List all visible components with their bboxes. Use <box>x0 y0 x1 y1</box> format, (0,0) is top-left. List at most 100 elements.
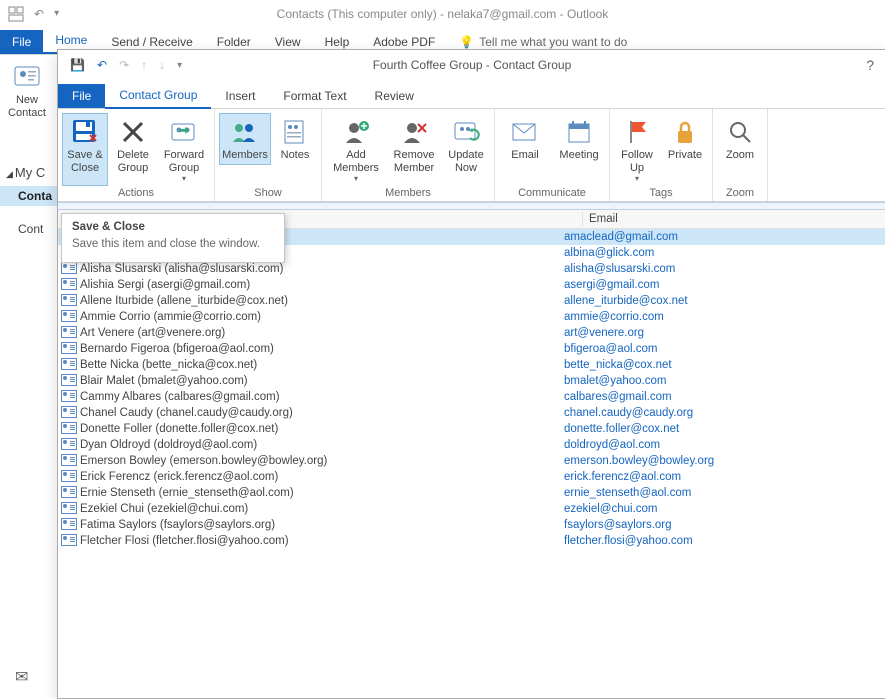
row-email: bette_nicka@cox.net <box>558 359 885 371</box>
private-button[interactable]: Private <box>662 113 708 186</box>
help-icon[interactable]: ? <box>866 57 874 73</box>
undo-icon[interactable]: ↶ <box>97 58 107 72</box>
row-email: fletcher.flosi@yahoo.com <box>558 535 885 547</box>
row-name: Alisha Slusarski (alisha@slusarski.com) <box>80 263 558 275</box>
row-email: ammie@corrio.com <box>558 311 885 323</box>
grid-row[interactable]: Donette Foller (donette.foller@cox.net)d… <box>58 421 885 437</box>
lock-icon <box>673 116 697 148</box>
notes-button[interactable]: Notes <box>273 113 317 165</box>
row-email: erick.ferencz@aol.com <box>558 471 885 483</box>
main-window-title: Contacts (This computer only) - nelaka7@… <box>0 7 885 21</box>
follow-up-button[interactable]: Follow Up ▾ <box>614 113 660 186</box>
row-email: doldroyd@aol.com <box>558 439 885 451</box>
row-name: Alishia Sergi (asergi@gmail.com) <box>80 279 558 291</box>
row-email: asergi@gmail.com <box>558 279 885 291</box>
save-close-button[interactable]: Save & Close <box>62 113 108 186</box>
contacts-folder[interactable]: Cont <box>18 222 43 236</box>
row-email: fsaylors@saylors.org <box>558 519 885 531</box>
delete-icon <box>119 116 147 148</box>
qat-customize-icon[interactable]: ▾ <box>177 60 182 71</box>
row-email: emerson.bowley@bowley.org <box>558 455 885 467</box>
new-contact-button[interactable]: New Contact <box>3 62 51 120</box>
remove-member-button[interactable]: Remove Member <box>388 113 440 186</box>
tooltip-description: Save this item and close the window. <box>72 237 274 253</box>
ribbon-group-actions: Actions <box>62 187 210 200</box>
flag-icon <box>625 116 649 148</box>
grid-row[interactable]: Fletcher Flosi (fletcher.flosi@yahoo.com… <box>58 533 885 549</box>
delete-group-button[interactable]: Delete Group <box>110 113 156 186</box>
popup-tab-contact-group[interactable]: Contact Group <box>105 83 211 109</box>
contact-group-window: 💾 ↶ ↷ ↑ ↓ ▾ Fourth Coffee Group - Contac… <box>57 49 885 699</box>
ribbon-group-show: Show <box>219 187 317 200</box>
redo-icon[interactable]: ↷ <box>119 58 129 72</box>
my-contacts-header[interactable]: ◢My C <box>6 165 45 180</box>
save-close-tooltip: Save & Close Save this item and close th… <box>61 213 285 263</box>
next-item-icon[interactable]: ↓ <box>159 58 165 72</box>
row-name: Ammie Corrio (ammie@corrio.com) <box>80 311 558 323</box>
forward-group-button[interactable]: Forward Group ▾ <box>158 113 210 186</box>
col-email[interactable]: Email <box>583 213 885 225</box>
contact-card-icon <box>58 502 80 517</box>
add-members-button[interactable]: Add Members ▾ <box>326 113 386 186</box>
undo-icon[interactable]: ↶ <box>34 7 44 21</box>
notes-icon <box>282 116 308 148</box>
contact-card-icon <box>58 518 80 533</box>
grid-row[interactable]: Emerson Bowley (emerson.bowley@bowley.or… <box>58 453 885 469</box>
contact-card-icon <box>58 486 80 501</box>
grid-row[interactable]: Blair Malet (bmalet@yahoo.com)bmalet@yah… <box>58 373 885 389</box>
members-button[interactable]: Members <box>219 113 271 165</box>
grid-row[interactable]: Cammy Albares (calbares@gmail.com)calbar… <box>58 389 885 405</box>
lightbulb-icon: 💡 <box>459 35 474 49</box>
popup-tab-file[interactable]: File <box>58 84 105 108</box>
update-now-button[interactable]: Update Now <box>442 113 490 186</box>
contact-card-icon <box>58 470 80 485</box>
grid-row[interactable]: Bernardo Figeroa (bfigeroa@aol.com)bfige… <box>58 341 885 357</box>
contact-card-icon <box>58 262 80 277</box>
grid-row[interactable]: Erick Ferencz (erick.ferencz@aol.com)eri… <box>58 469 885 485</box>
row-name: Ezekiel Chui (ezekiel@chui.com) <box>80 503 558 515</box>
grid-row[interactable]: Ernie Stenseth (ernie_stenseth@aol.com)e… <box>58 485 885 501</box>
grid-row[interactable]: Art Venere (art@venere.org)art@venere.or… <box>58 325 885 341</box>
ribbon: Save & Close Delete Group Forward Group … <box>58 109 885 202</box>
grid-row[interactable]: Fatima Saylors (fsaylors@saylors.org)fsa… <box>58 517 885 533</box>
mail-nav-icon[interactable]: ✉ <box>15 667 28 687</box>
row-email: albina@glick.com <box>558 247 885 259</box>
name-field-area[interactable] <box>58 202 885 210</box>
meeting-button[interactable]: Meeting <box>553 113 605 165</box>
popup-tab-format-text[interactable]: Format Text <box>269 84 360 108</box>
row-email: calbares@gmail.com <box>558 391 885 403</box>
popup-tab-review[interactable]: Review <box>361 84 428 108</box>
row-name: Donette Foller (donette.foller@cox.net) <box>80 423 558 435</box>
contact-card-icon <box>58 422 80 437</box>
row-name: Chanel Caudy (chanel.caudy@caudy.org) <box>80 407 558 419</box>
row-name: Emerson Bowley (emerson.bowley@bowley.or… <box>80 455 558 467</box>
save-icon[interactable]: 💾 <box>70 58 85 72</box>
email-button[interactable]: Email <box>499 113 551 165</box>
grid-row[interactable]: Ezekiel Chui (ezekiel@chui.com)ezekiel@c… <box>58 501 885 517</box>
grid-row[interactable]: Bette Nicka (bette_nicka@cox.net)bette_n… <box>58 357 885 373</box>
zoom-button[interactable]: Zoom <box>717 113 763 165</box>
row-email: chanel.caudy@caudy.org <box>558 407 885 419</box>
row-name: Blair Malet (bmalet@yahoo.com) <box>80 375 558 387</box>
contact-card-icon <box>58 358 80 373</box>
row-email: ernie_stenseth@aol.com <box>558 487 885 499</box>
grid-row[interactable]: Ammie Corrio (ammie@corrio.com)ammie@cor… <box>58 309 885 325</box>
update-now-icon <box>452 116 480 148</box>
popup-tab-insert[interactable]: Insert <box>211 84 269 108</box>
contact-card-icon <box>58 454 80 469</box>
qat-app-icon <box>8 6 24 22</box>
qat-customize-icon[interactable]: ▾ <box>54 8 59 19</box>
grid-row[interactable]: Alishia Sergi (asergi@gmail.com)asergi@g… <box>58 277 885 293</box>
grid-row[interactable]: Dyan Oldroyd (doldroyd@aol.com)doldroyd@… <box>58 437 885 453</box>
save-close-icon <box>70 116 100 148</box>
contact-card-icon <box>58 438 80 453</box>
grid-row[interactable]: Chanel Caudy (chanel.caudy@caudy.org)cha… <box>58 405 885 421</box>
new-contact-icon <box>3 62 51 92</box>
prev-item-icon[interactable]: ↑ <box>141 58 147 72</box>
row-name: Ernie Stenseth (ernie_stenseth@aol.com) <box>80 487 558 499</box>
email-icon <box>511 116 539 148</box>
forward-group-icon <box>169 116 199 148</box>
grid-row[interactable]: Alisha Slusarski (alisha@slusarski.com)a… <box>58 261 885 277</box>
grid-row[interactable]: Allene Iturbide (allene_iturbide@cox.net… <box>58 293 885 309</box>
tab-file[interactable]: File <box>0 30 43 54</box>
